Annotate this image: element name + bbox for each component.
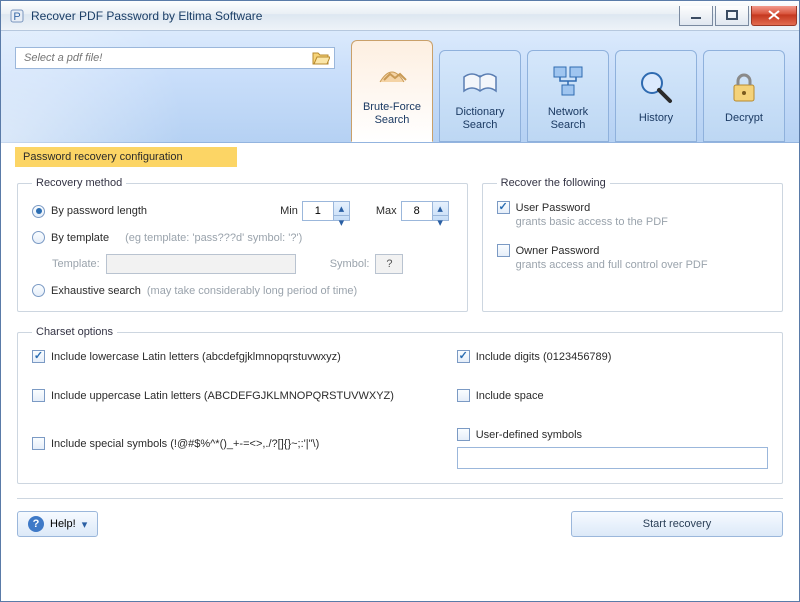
user-defined-label: User-defined symbols [476, 429, 582, 441]
special-label: Include special symbols (!@#$%^*()_+-=<>… [51, 438, 319, 450]
tab-dictionary[interactable]: Dictionary Search [439, 50, 521, 142]
radio-by-length[interactable] [32, 205, 45, 218]
tab-history-label: History [639, 112, 673, 125]
window-controls [679, 6, 799, 26]
help-button-label: Help! [50, 518, 76, 530]
recover-following-group: Recover the following User Password gran… [482, 177, 783, 312]
minimize-button[interactable] [679, 6, 713, 26]
tab-brute-force-label: Brute-Force Search [356, 101, 428, 127]
browse-icon[interactable] [312, 50, 330, 66]
book-icon [457, 58, 503, 104]
checkbox-digits[interactable] [457, 350, 470, 363]
toolbar: Brute-Force Search Dictionary Search Net… [1, 31, 799, 143]
start-recovery-button[interactable]: Start recovery [571, 511, 783, 537]
template-inputs-row: Template: Symbol: [52, 254, 453, 274]
tab-history[interactable]: History [615, 50, 697, 142]
digits-label: Include digits (0123456789) [476, 351, 612, 363]
checkbox-lowercase[interactable] [32, 350, 45, 363]
by-template-row: By template (eg template: 'pass???d' sym… [32, 231, 453, 244]
bottom-bar: ? Help! ▾ Start recovery [17, 498, 783, 537]
user-password-label: User Password [516, 202, 591, 214]
owner-password-desc: grants access and full control over PDF [516, 259, 768, 271]
network-icon [545, 58, 591, 104]
exhaustive-label: Exhaustive search [51, 285, 141, 297]
recover-following-legend: Recover the following [497, 177, 610, 189]
tab-dictionary-label: Dictionary Search [444, 106, 516, 132]
min-down-icon[interactable]: ▾ [334, 216, 349, 229]
template-hint: (eg template: 'pass???d' symbol: '?') [125, 232, 302, 244]
app-window: P Recover PDF Password by Eltima Softwar… [0, 0, 800, 602]
min-input[interactable] [303, 202, 333, 220]
by-length-row: By password length Min ▴▾ Max ▴▾ [32, 201, 453, 221]
symbol-field-label: Symbol: [330, 258, 370, 270]
help-icon: ? [28, 516, 44, 532]
max-down-icon[interactable]: ▾ [433, 216, 448, 229]
max-up-icon[interactable]: ▴ [433, 202, 448, 216]
close-button[interactable] [751, 6, 797, 26]
exhaustive-hint: (may take considerably long period of ti… [147, 285, 357, 297]
tab-network-label: Network Search [532, 106, 604, 132]
file-path-input[interactable] [24, 52, 308, 64]
max-input[interactable] [402, 202, 432, 220]
file-picker[interactable] [15, 47, 335, 69]
recovery-method-legend: Recovery method [32, 177, 126, 189]
tab-brute-force[interactable]: Brute-Force Search [351, 40, 433, 142]
user-defined-input[interactable] [457, 447, 768, 469]
help-button[interactable]: ? Help! ▾ [17, 511, 98, 537]
title-bar[interactable]: P Recover PDF Password by Eltima Softwar… [1, 1, 799, 31]
tab-network[interactable]: Network Search [527, 50, 609, 142]
dropdown-icon: ▾ [82, 518, 88, 531]
user-password-desc: grants basic access to the PDF [516, 216, 768, 228]
checkbox-special[interactable] [32, 437, 45, 450]
owner-password-label: Owner Password [516, 245, 600, 257]
radio-exhaustive[interactable] [32, 284, 45, 297]
checkbox-owner-password[interactable] [497, 244, 510, 257]
lock-icon [721, 64, 767, 110]
symbol-input[interactable] [375, 254, 403, 274]
window-title: Recover PDF Password by Eltima Software [31, 9, 262, 23]
app-icon: P [9, 8, 25, 24]
recovery-method-group: Recovery method By password length Min ▴… [17, 177, 468, 312]
by-template-label: By template [51, 232, 109, 244]
min-label: Min [280, 205, 298, 217]
checkbox-uppercase[interactable] [32, 389, 45, 402]
template-field-label: Template: [52, 258, 100, 270]
by-length-label: By password length [51, 205, 147, 217]
max-label: Max [376, 205, 397, 217]
charset-group: Charset options Include lowercase Latin … [17, 326, 783, 484]
uppercase-label: Include uppercase Latin letters (ABCDEFG… [51, 390, 394, 402]
space-label: Include space [476, 390, 544, 402]
magnifier-icon [633, 64, 679, 110]
section-title: Password recovery configuration [15, 147, 237, 167]
tab-decrypt[interactable]: Decrypt [703, 50, 785, 142]
template-input[interactable] [106, 254, 296, 274]
tab-decrypt-label: Decrypt [725, 112, 763, 125]
checkbox-user-password[interactable] [497, 201, 510, 214]
radio-by-template[interactable] [32, 231, 45, 244]
charset-legend: Charset options [32, 326, 117, 338]
maximize-button[interactable] [715, 6, 749, 26]
lowercase-label: Include lowercase Latin letters (abcdefg… [51, 351, 341, 363]
svg-text:P: P [13, 11, 20, 23]
min-up-icon[interactable]: ▴ [334, 202, 349, 216]
max-spinner[interactable]: ▴▾ [401, 201, 449, 221]
checkbox-space[interactable] [457, 389, 470, 402]
handshake-icon [369, 53, 415, 99]
exhaustive-row: Exhaustive search (may take considerably… [32, 284, 453, 297]
content-area: Password recovery configuration Recovery… [1, 143, 799, 601]
checkbox-user-defined[interactable] [457, 428, 470, 441]
min-spinner[interactable]: ▴▾ [302, 201, 350, 221]
mode-tabs: Brute-Force Search Dictionary Search Net… [351, 41, 785, 142]
